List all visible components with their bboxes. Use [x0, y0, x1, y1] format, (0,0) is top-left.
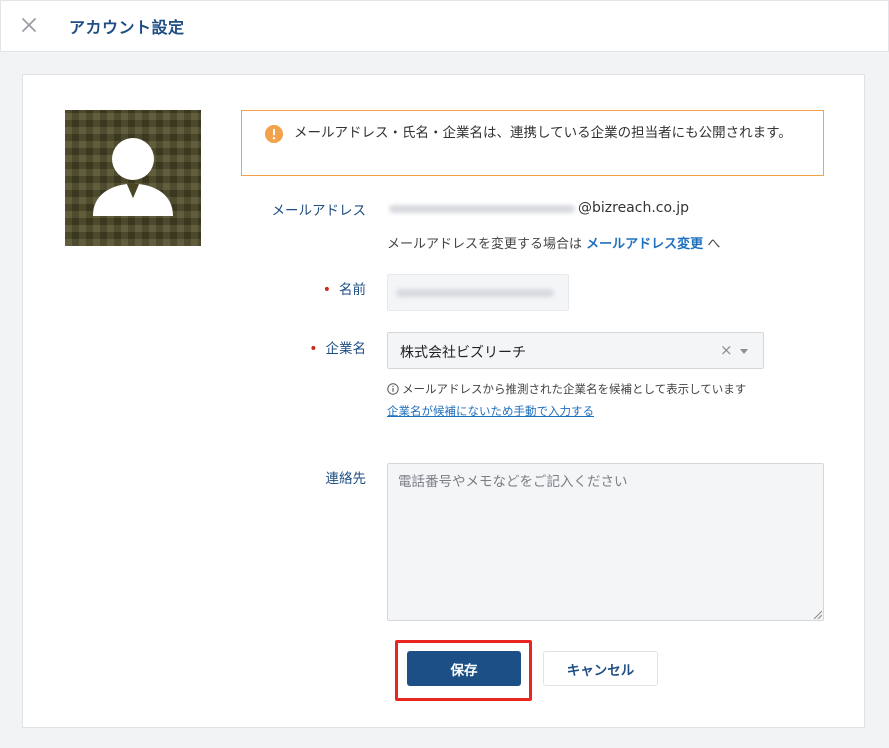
name-value-redacted — [396, 289, 554, 297]
chevron-down-icon[interactable] — [740, 349, 748, 354]
email-local-part-redacted — [389, 205, 575, 213]
clear-icon[interactable]: × — [720, 341, 733, 359]
avatar[interactable] — [65, 110, 201, 246]
resize-grip-icon[interactable] — [812, 609, 822, 619]
info-icon — [387, 383, 399, 395]
account-settings-card: メールアドレス・氏名・企業名は、連携している企業の担当者にも公開されます。 メー… — [22, 74, 865, 728]
name-field[interactable] — [387, 274, 569, 311]
company-info-text: メールアドレスから推測された企業名を候補として表示しています — [387, 381, 746, 397]
contact-textarea[interactable] — [387, 463, 824, 621]
app-header: アカウント設定 — [0, 0, 889, 52]
public-info-notice: メールアドレス・氏名・企業名は、連携している企業の担当者にも公開されます。 — [241, 110, 824, 176]
user-silhouette-icon — [93, 138, 173, 216]
contact-label: 連絡先 — [325, 471, 367, 487]
notice-text: メールアドレス・氏名・企業名は、連携している企業の担当者にも公開されます。 — [294, 125, 792, 141]
email-change-link[interactable]: メールアドレス変更 — [586, 237, 703, 252]
close-icon[interactable] — [17, 13, 41, 37]
name-label: • 名前 — [322, 282, 366, 298]
company-select-value: 株式会社ビズリーチ — [400, 345, 526, 361]
warning-icon — [265, 125, 283, 143]
page-title: アカウント設定 — [69, 18, 185, 37]
email-label: メールアドレス — [271, 203, 367, 219]
cancel-button[interactable]: キャンセル — [543, 651, 658, 686]
email-change-hint: メールアドレスを変更する場合は メールアドレス変更 へ — [387, 237, 721, 252]
company-select[interactable]: 株式会社ビズリーチ × — [387, 332, 764, 369]
required-mark: • — [322, 282, 331, 298]
required-mark: • — [309, 341, 318, 357]
email-domain: @bizreach.co.jp — [578, 200, 690, 216]
manual-company-input-link[interactable]: 企業名が候補にないため手動で入力する — [387, 403, 594, 419]
save-button[interactable]: 保存 — [407, 651, 521, 686]
company-label: • 企業名 — [309, 341, 366, 357]
